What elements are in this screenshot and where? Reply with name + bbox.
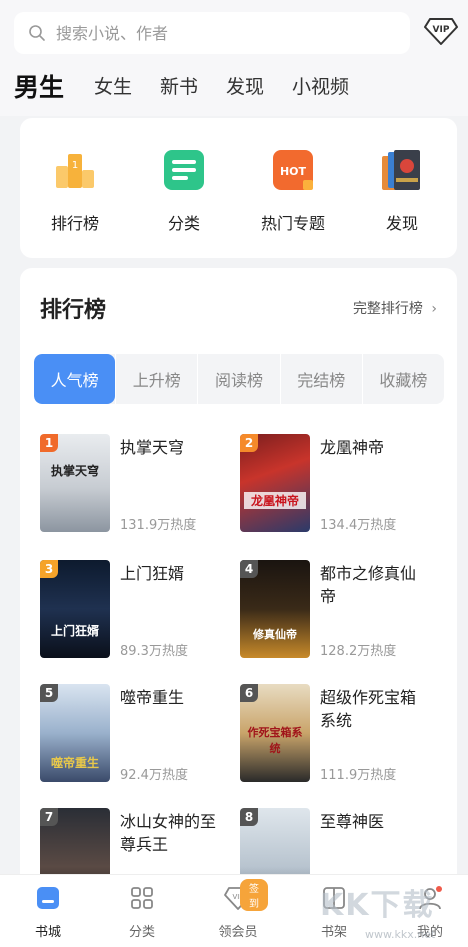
- vip-label: VIP: [433, 25, 450, 35]
- book-cover: 作死宝箱系统 6: [240, 684, 310, 782]
- book-cover: 8: [240, 808, 310, 878]
- cover-title: 执掌天穹: [50, 464, 99, 478]
- rank-badge: 1: [40, 434, 58, 452]
- quick-nav-category[interactable]: 分类: [139, 148, 229, 234]
- full-ranking-label: 完整排行榜: [352, 301, 423, 317]
- book-cover: 7: [40, 808, 110, 878]
- category-grid-icon: [164, 150, 204, 190]
- segment-reading[interactable]: 阅读榜: [197, 354, 279, 404]
- bottom-nav-label: 领会员: [218, 925, 258, 940]
- search-icon: [29, 25, 45, 41]
- cover-title: 噬帝重生: [50, 756, 99, 770]
- book-heat: 111.9万热度: [320, 768, 397, 783]
- tab-male[interactable]: 男生: [14, 68, 64, 104]
- segment-completed[interactable]: 完结榜: [279, 354, 362, 404]
- book-title: 都市之修真仙帝: [320, 564, 417, 606]
- quick-nav-label: 热门专题: [260, 214, 325, 233]
- bottom-nav-category[interactable]: 分类: [112, 885, 172, 940]
- book-cover: 修真仙帝 4: [240, 560, 310, 658]
- book-heat: 134.4万热度: [320, 518, 397, 533]
- book-item[interactable]: 8 至尊神医: [240, 808, 440, 878]
- ranking-segment-tabs: 人气榜 上升榜 阅读榜 完结榜 收藏榜: [34, 354, 444, 404]
- book-item[interactable]: 修真仙帝 4 都市之修真仙帝 128.2万热度: [240, 560, 440, 660]
- watermark-url: www.kkx.net: [365, 928, 436, 941]
- book-cover: 上门狂婿 3: [40, 560, 110, 658]
- vip-icon[interactable]: VIP: [424, 16, 458, 46]
- bottom-nav-bookstore[interactable]: 书城: [18, 885, 78, 940]
- book-title: 冰山女神的至尊兵王: [120, 812, 217, 854]
- quick-nav-label: 排行榜: [50, 214, 99, 233]
- rank-badge: 3: [40, 560, 58, 578]
- book-item[interactable]: 噬帝重生 5 噬帝重生 92.4万热度: [40, 684, 240, 784]
- bottom-nav-vip[interactable]: VIP 签到 领会员: [208, 879, 268, 940]
- tab-discover[interactable]: 发现: [226, 72, 264, 99]
- book-title: 噬帝重生: [120, 688, 185, 707]
- search-input[interactable]: [56, 23, 356, 43]
- bookstore-icon: [37, 887, 59, 909]
- full-ranking-link[interactable]: 完整排行榜 ›: [353, 298, 437, 318]
- channel-tabs: 男生 女生 新书 发现 小视频: [0, 62, 468, 116]
- segment-rising[interactable]: 上升榜: [115, 354, 197, 404]
- search-row: VIP: [0, 0, 468, 62]
- rank-badge: 8: [240, 808, 258, 826]
- bottom-nav-label: 书城: [34, 925, 61, 940]
- book-item[interactable]: 执掌天穹 1 执掌天穹 131.9万热度: [40, 434, 240, 534]
- quick-nav-hot-topics[interactable]: HOT 热门专题: [248, 148, 338, 234]
- book-stack-icon: [382, 150, 420, 190]
- tab-female[interactable]: 女生: [94, 72, 132, 99]
- ranking-title: 排行榜: [40, 298, 107, 323]
- book-item[interactable]: 作死宝箱系统 6 超级作死宝箱系统 111.9万热度: [240, 684, 440, 784]
- book-title: 执掌天穹: [120, 438, 185, 457]
- book-cover: 龙凰神帝 2: [240, 434, 310, 532]
- book-cover: 噬帝重生 5: [40, 684, 110, 782]
- tab-short-video[interactable]: 小视频: [292, 72, 349, 99]
- book-item[interactable]: 7 冰山女神的至尊兵王: [40, 808, 240, 878]
- cover-title: 作死宝箱系统: [247, 726, 303, 755]
- svg-text:HOT: HOT: [280, 165, 307, 178]
- quick-nav-label: 发现: [385, 214, 418, 233]
- book-heat: 89.3万热度: [120, 644, 188, 659]
- book-heat: 92.4万热度: [120, 768, 188, 783]
- svg-text:1: 1: [72, 160, 78, 171]
- rank-badge: 6: [240, 684, 258, 702]
- checkin-badge: 签到: [240, 879, 268, 911]
- category-icon: [131, 887, 153, 909]
- book-title: 上门狂婿: [120, 564, 185, 583]
- rank-badge: 7: [40, 808, 58, 826]
- book-item[interactable]: 上门狂婿 3 上门狂婿 89.3万热度: [40, 560, 240, 660]
- book-heat: 128.2万热度: [320, 644, 397, 659]
- segment-popular[interactable]: 人气榜: [34, 354, 116, 404]
- book-title: 超级作死宝箱系统: [320, 688, 417, 730]
- hot-topic-icon: HOT: [273, 150, 313, 190]
- cover-title: 上门狂婿: [50, 624, 99, 638]
- bottom-nav-label: 分类: [128, 925, 155, 940]
- rank-badge: 5: [40, 684, 58, 702]
- ranking-card: 排行榜 完整排行榜 › 人气榜 上升榜 阅读榜 完结榜 收藏榜 执掌天穹 1 执…: [20, 268, 457, 878]
- quick-nav-label: 分类: [167, 214, 200, 233]
- quick-nav-discover[interactable]: 发现: [357, 148, 447, 234]
- book-item[interactable]: 龙凰神帝 2 龙凰神帝 134.4万热度: [240, 434, 440, 534]
- quick-nav-card: 1 排行榜 分类 HOT 热门专题 发现: [20, 118, 457, 258]
- segment-favorites[interactable]: 收藏榜: [361, 354, 444, 404]
- cover-title: 修真仙帝: [253, 628, 297, 641]
- book-title: 至尊神医: [320, 812, 385, 831]
- rank-badge: 4: [240, 560, 258, 578]
- book-title: 龙凰神帝: [320, 438, 385, 457]
- tab-new-books[interactable]: 新书: [160, 72, 198, 99]
- book-heat: 131.9万热度: [120, 518, 197, 533]
- chevron-right-icon: ›: [431, 301, 437, 317]
- cover-title: 龙凰神帝: [244, 492, 306, 509]
- quick-nav-ranking[interactable]: 1 排行榜: [30, 148, 120, 234]
- trophy-podium-icon: 1: [56, 154, 94, 188]
- search-box[interactable]: [14, 12, 410, 54]
- watermark-logo: KK下载: [320, 888, 435, 923]
- book-cover: 执掌天穹 1: [40, 434, 110, 532]
- rank-badge: 2: [240, 434, 258, 452]
